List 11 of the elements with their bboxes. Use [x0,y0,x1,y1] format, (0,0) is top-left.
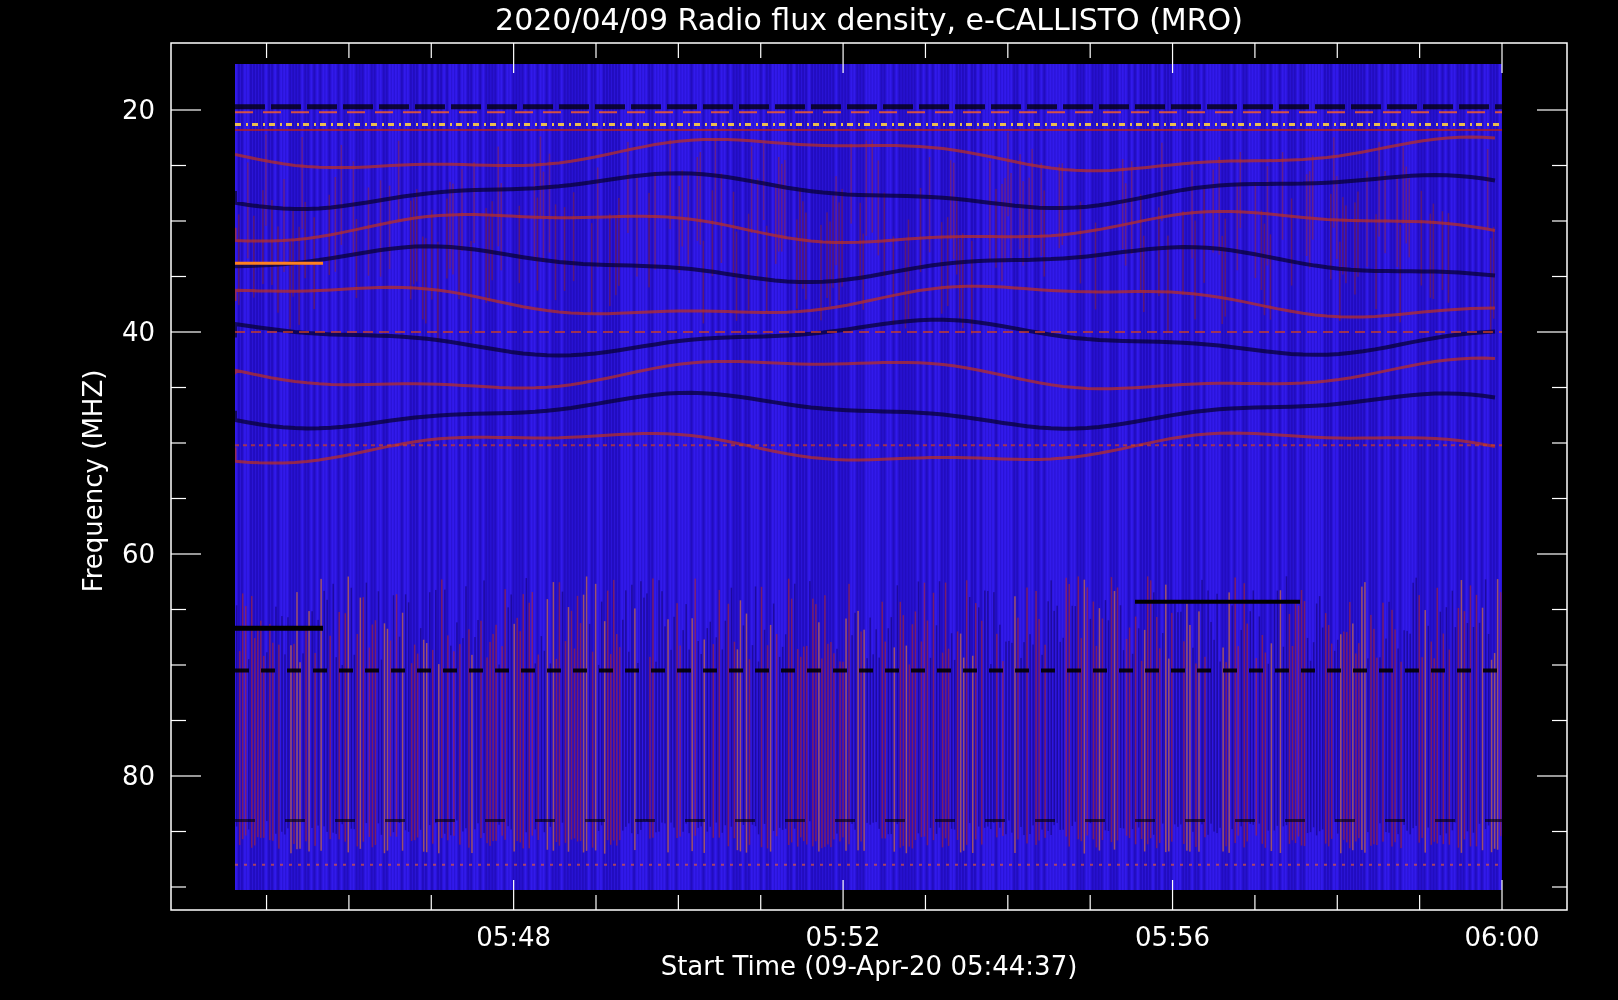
plot-title: 2020/04/09 Radio flux density, e-CALLISTO (MRO) [495,2,1243,37]
tick-label: 05:56 [1135,922,1210,952]
tick-label: 06:00 [1464,922,1540,952]
axis-label: Start Time (09-Apr-20 05:44:37) [660,951,1078,981]
tick-label: 40 [121,317,155,347]
tick-label: 80 [121,761,155,791]
tick-label: 20 [121,95,155,125]
axis-label: Frequency (MHZ) [78,369,108,593]
tick-label: 05:52 [805,922,881,952]
tick-label: 05:48 [476,922,552,952]
tick-label: 60 [121,539,155,569]
